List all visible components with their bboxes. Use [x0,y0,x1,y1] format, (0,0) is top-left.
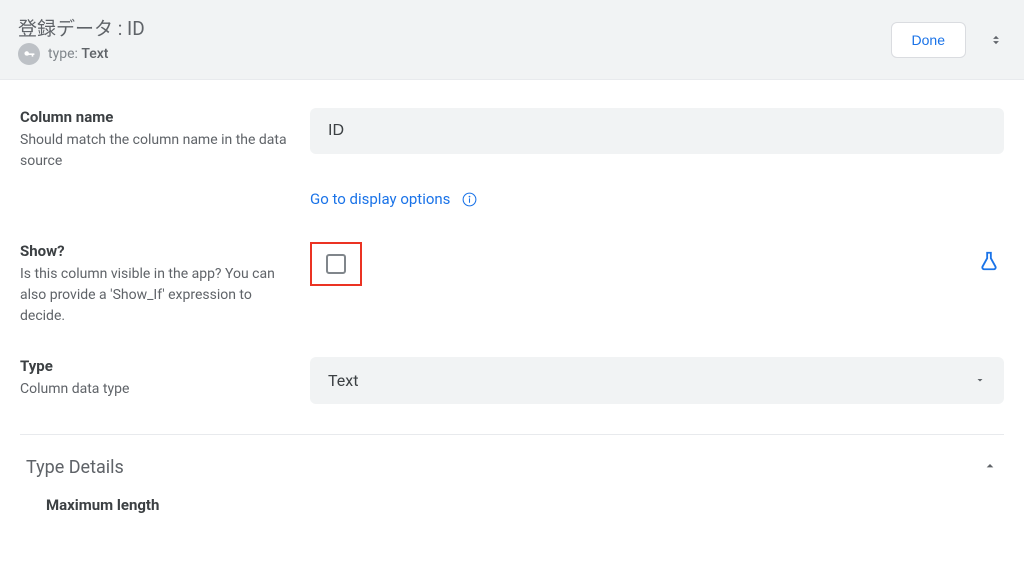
chevron-down-icon [974,371,986,390]
done-button[interactable]: Done [891,22,966,58]
display-options-link[interactable]: Go to display options [310,190,450,208]
type-details-title: Type Details [26,457,124,478]
show-checkbox-highlight [310,242,362,286]
type-desc: Column data type [20,379,290,400]
column-name-desc: Should match the column name in the data… [20,130,290,172]
type-label-group: Type Column data type [20,357,310,400]
flask-icon[interactable] [978,250,1000,272]
column-name-row: Column name Should match the column name… [20,108,1004,172]
header-left: 登録データ : ID type: Text [18,14,145,65]
show-row: Show? Is this column visible in the app?… [20,242,1004,327]
type-indicator: type: Text [48,46,108,62]
type-row: Type Column data type Text [20,357,1004,404]
max-length-label: Maximum length [46,496,316,514]
type-select[interactable]: Text [310,357,1004,404]
max-length-row: Maximum length [20,496,1004,518]
column-name-control [310,108,1004,154]
page-title: 登録データ : ID [18,14,145,41]
type-control: Text [310,357,1004,404]
key-icon [18,43,40,65]
show-label: Show? [20,242,290,260]
column-name-input[interactable] [310,108,1004,154]
page-header: 登録データ : ID type: Text Done [0,0,1024,80]
max-length-label-group: Maximum length [46,496,336,518]
show-control [310,242,1004,286]
section-divider [20,434,1004,435]
type-details-header[interactable]: Type Details [20,453,1004,496]
display-options-row: Go to display options [310,190,1004,208]
show-label-group: Show? Is this column visible in the app?… [20,242,310,327]
content-area: Column name Should match the column name… [0,80,1024,518]
type-label: Type [20,357,290,375]
info-icon[interactable] [460,190,478,208]
show-desc: Is this column visible in the app? You c… [20,264,290,327]
header-actions: Done [891,22,1006,58]
show-checkbox[interactable] [326,254,346,274]
type-select-value: Text [328,371,358,390]
reorder-icon[interactable] [986,30,1006,50]
chevron-up-icon [982,458,998,478]
column-name-label-group: Column name Should match the column name… [20,108,310,172]
column-name-label: Column name [20,108,290,126]
header-subtitle: type: Text [18,43,145,65]
